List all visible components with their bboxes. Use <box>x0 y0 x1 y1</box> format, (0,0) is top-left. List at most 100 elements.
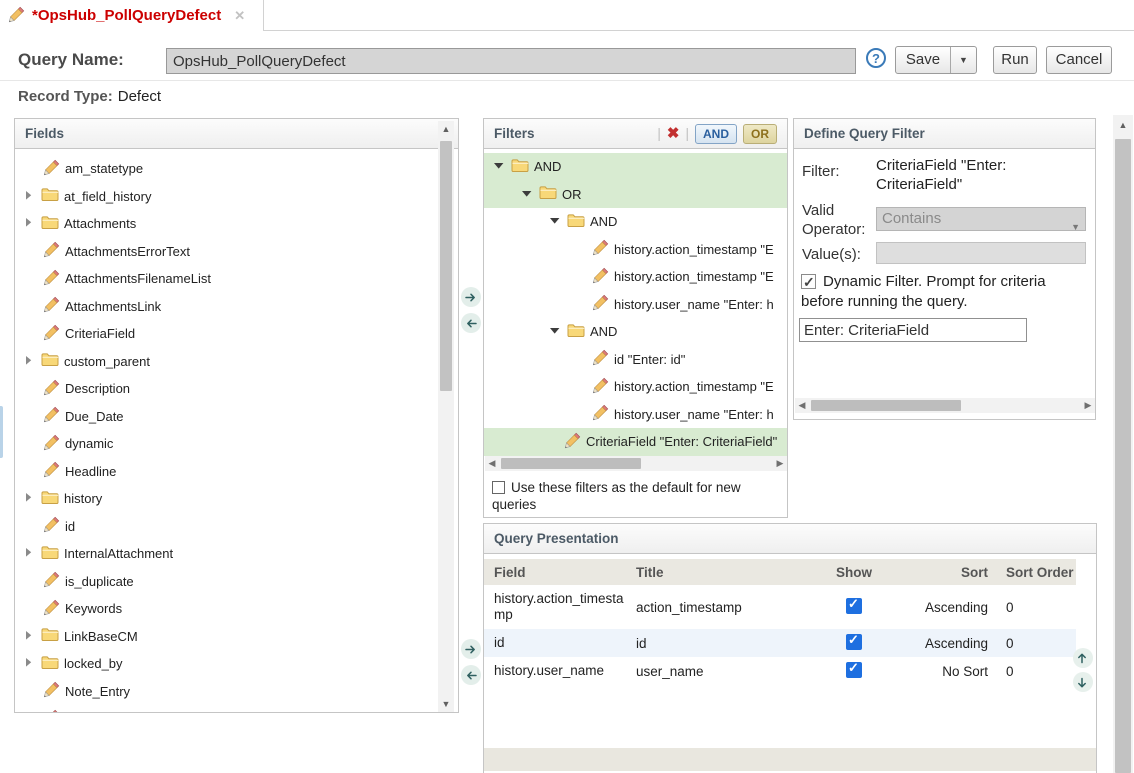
save-dropdown-arrow[interactable]: ▼ <box>951 47 976 73</box>
fields-tree-item[interactable]: dynamic <box>15 430 458 458</box>
values-input[interactable] <box>876 242 1086 264</box>
filters-tree-item[interactable]: OR <box>484 181 787 209</box>
column-header[interactable]: Sort Order <box>1002 565 1088 580</box>
page-scrollbar-thumb[interactable] <box>1115 139 1131 773</box>
expander-right-icon[interactable] <box>22 354 36 369</box>
show-checkbox[interactable] <box>846 634 862 650</box>
fields-tree-item[interactable]: am_statetype <box>15 155 458 183</box>
fields-scrollbar[interactable]: ▲ ▼ <box>438 121 454 712</box>
filters-tree-item[interactable]: history.action_timestamp "E <box>484 236 787 264</box>
expander-right-icon[interactable] <box>22 491 36 506</box>
or-button[interactable]: OR <box>743 124 777 144</box>
scroll-left-icon[interactable]: ◀ <box>795 400 809 411</box>
expander-right-icon[interactable] <box>22 216 36 231</box>
scroll-left-icon[interactable]: ◀ <box>485 458 499 469</box>
define-hscrollbar[interactable]: ◀ ▶ <box>795 398 1095 413</box>
fields-tree-item[interactable]: id <box>15 513 458 541</box>
filters-hscrollbar-thumb[interactable] <box>501 458 641 469</box>
move-row-up-button[interactable] <box>1073 648 1093 668</box>
filters-tree-item[interactable]: AND <box>484 208 787 236</box>
fields-tree-item[interactable]: CriteriaField <box>15 320 458 348</box>
dynamic-filter-checkbox[interactable] <box>801 274 816 289</box>
expander-right-icon[interactable] <box>22 546 36 561</box>
page-scrollbar[interactable]: ▲ <box>1113 115 1133 773</box>
filters-item-label: CriteriaField "Enter: CriteriaField" <box>586 434 777 449</box>
criteria-prompt-input[interactable] <box>799 318 1027 342</box>
cell-sort-order[interactable]: 0 <box>1002 600 1088 615</box>
delete-filter-icon[interactable]: ✖ <box>667 119 680 148</box>
fields-tree-item[interactable]: locked_by <box>15 650 458 678</box>
define-hscrollbar-thumb[interactable] <box>811 400 961 411</box>
fields-tree-item[interactable]: AttachmentsFilenameList <box>15 265 458 293</box>
and-button[interactable]: AND <box>695 124 737 144</box>
scroll-up-icon[interactable]: ▲ <box>438 121 454 137</box>
expander-down-icon[interactable] <box>520 187 534 202</box>
close-icon[interactable]: ✕ <box>234 8 245 24</box>
run-button[interactable]: Run <box>993 46 1037 74</box>
add-field-to-presentation-button[interactable] <box>461 639 481 659</box>
filters-tree-item[interactable]: AND <box>484 153 787 181</box>
fields-tree-item[interactable]: InternalAttachment <box>15 540 458 568</box>
column-header[interactable]: Title <box>636 565 814 580</box>
filters-tree-item[interactable]: history.user_name "Enter: h <box>484 401 787 429</box>
fields-tree-item[interactable]: LinkBaseCM <box>15 623 458 651</box>
fields-tree-item[interactable]: custom_parent <box>15 348 458 376</box>
table-row[interactable]: history.action_timestampaction_timestamp… <box>484 585 1076 629</box>
fields-tree-item[interactable]: Headline <box>15 458 458 486</box>
remove-field-from-presentation-button[interactable] <box>461 665 481 685</box>
cell-sort[interactable]: Ascending <box>894 600 1002 615</box>
show-checkbox[interactable] <box>846 662 862 678</box>
fields-tree-item[interactable]: Description <box>15 375 458 403</box>
scroll-down-icon[interactable]: ▼ <box>438 696 454 712</box>
column-header[interactable]: Show <box>814 565 894 580</box>
save-button[interactable]: Save <box>896 47 951 73</box>
cell-sort[interactable]: Ascending <box>894 636 1002 651</box>
remove-field-from-filter-button[interactable] <box>461 313 481 333</box>
show-checkbox[interactable] <box>846 598 862 614</box>
tab-opshub-pollquerydefect[interactable]: *OpsHub_PollQueryDefect ✕ <box>0 0 264 31</box>
filters-tree-item[interactable]: history.user_name "Enter: h <box>484 291 787 319</box>
filters-tree-item[interactable]: history.action_timestamp "E <box>484 373 787 401</box>
column-header[interactable]: Sort <box>894 565 1002 580</box>
expander-down-icon[interactable] <box>548 324 562 339</box>
column-header[interactable]: Field <box>494 565 636 580</box>
cell-sort[interactable]: No Sort <box>894 664 1002 679</box>
fields-scrollbar-thumb[interactable] <box>440 141 452 391</box>
add-field-to-filter-button[interactable] <box>461 287 481 307</box>
filters-tree-item[interactable]: AND <box>484 318 787 346</box>
table-row[interactable]: ididAscending0 <box>484 629 1076 657</box>
filters-tree-item[interactable]: CriteriaField "Enter: CriteriaField" <box>484 428 787 456</box>
dynamic-filter-option[interactable]: Dynamic Filter. Prompt for criteria befo… <box>801 272 1091 312</box>
valid-operator-select[interactable]: Contains ▼ <box>876 207 1086 231</box>
scroll-right-icon[interactable]: ▶ <box>773 458 787 469</box>
default-filters-option[interactable]: Use these filters as the default for new… <box>484 471 787 513</box>
cell-sort-order[interactable]: 0 <box>1002 636 1088 651</box>
fields-tree-item[interactable]: Note_Entry <box>15 678 458 706</box>
default-filters-checkbox[interactable] <box>492 481 505 494</box>
scroll-up-icon[interactable]: ▲ <box>1113 115 1133 135</box>
fields-tree-item[interactable]: Attachments <box>15 210 458 238</box>
fields-tree-item[interactable]: AttachmentsErrorText <box>15 238 458 266</box>
fields-tree-item[interactable]: is_duplicate <box>15 568 458 596</box>
expander-right-icon[interactable] <box>22 189 36 204</box>
expander-right-icon[interactable] <box>22 656 36 671</box>
query-name-input[interactable] <box>166 48 856 74</box>
fields-tree-item[interactable]: at_field_history <box>15 183 458 211</box>
filter-value: CriteriaField "Enter: CriteriaField" <box>876 156 1086 194</box>
fields-tree-item[interactable]: AttachmentsLink <box>15 293 458 321</box>
move-row-down-button[interactable] <box>1073 672 1093 692</box>
fields-tree-item[interactable]: Notes_Log <box>15 705 458 712</box>
expander-right-icon[interactable] <box>22 629 36 644</box>
fields-tree-item[interactable]: Due_Date <box>15 403 458 431</box>
filters-tree-item[interactable]: id "Enter: id" <box>484 346 787 374</box>
scroll-right-icon[interactable]: ▶ <box>1081 400 1095 411</box>
table-row[interactable]: history.user_nameuser_nameNo Sort0 <box>484 657 1076 685</box>
fields-tree-item[interactable]: Keywords <box>15 595 458 623</box>
expander-down-icon[interactable] <box>492 159 506 174</box>
expander-down-icon[interactable] <box>548 214 562 229</box>
filters-hscrollbar[interactable]: ◀ ▶ <box>485 456 787 471</box>
fields-tree-item[interactable]: history <box>15 485 458 513</box>
cancel-button[interactable]: Cancel <box>1046 46 1112 74</box>
filters-tree-item[interactable]: history.action_timestamp "E <box>484 263 787 291</box>
help-icon[interactable]: ? <box>866 48 886 68</box>
